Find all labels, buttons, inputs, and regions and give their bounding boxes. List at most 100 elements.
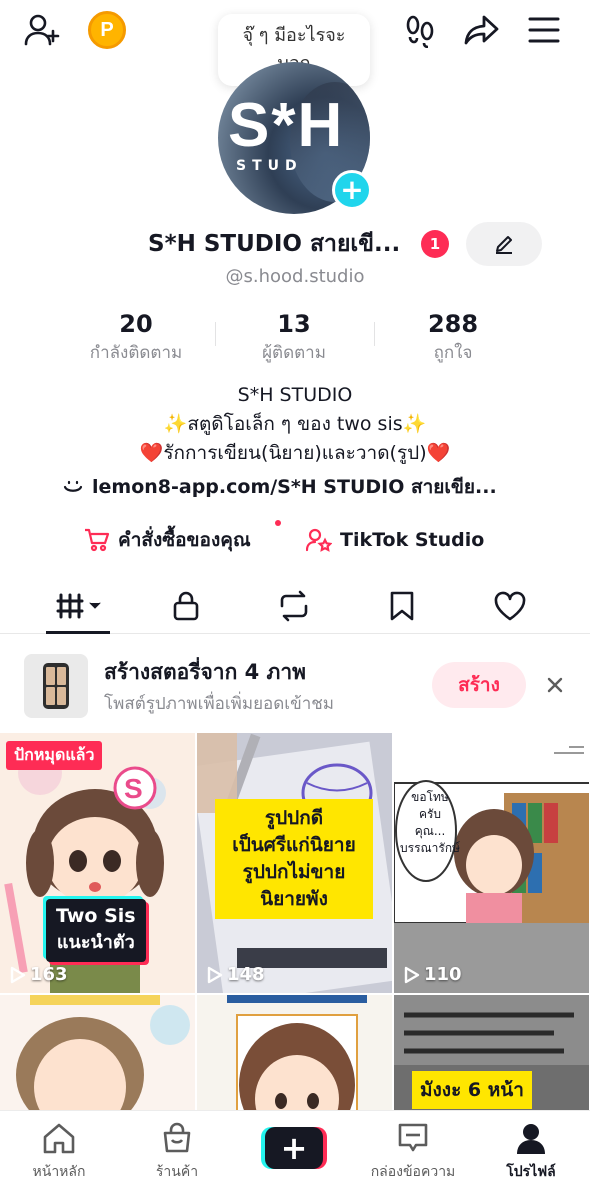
nav-home[interactable]: หน้าหลัก xyxy=(4,1121,114,1183)
video-thumbnail[interactable]: รูปปกดี เป็นศรีแก่นิยาย รูปปกไม่ขาย นิยา… xyxy=(197,733,392,993)
bottom-nav: หน้าหลัก ร้านค้า + กล่องข้อความ โปรไฟล์ xyxy=(0,1110,590,1200)
video-thumbnail[interactable]: ขอโทษ ครับ คุณ... บรรณารักษ์ 110 xyxy=(394,733,589,993)
orders-label: คำสั่งซื้อของคุณ xyxy=(118,529,251,551)
bio-link-text: lemon8-app.com/S*H STUDIO สายเขีย... xyxy=(92,476,497,498)
heart-icon xyxy=(494,591,526,621)
pinned-tag: ปักหมุดแล้ว xyxy=(6,741,103,770)
home-icon xyxy=(43,1123,75,1154)
orders-notification-dot xyxy=(275,520,281,526)
add-friend-icon[interactable] xyxy=(22,10,62,50)
profile-icon xyxy=(517,1124,545,1154)
video-thumbnail[interactable]: มังงะ 6 หน้า xyxy=(394,995,589,1111)
following-stat[interactable]: 20 กำลังติดตาม xyxy=(56,308,216,366)
saved-tab[interactable] xyxy=(372,586,432,626)
share-icon[interactable] xyxy=(462,10,502,50)
followers-stat[interactable]: 13 ผู้ติดตาม xyxy=(214,308,374,366)
nav-profile[interactable]: โปรไฟล์ xyxy=(476,1121,586,1183)
nav-shop-label: ร้านค้า xyxy=(155,1164,199,1180)
view-count: 148 xyxy=(207,964,265,985)
create-icon: + xyxy=(265,1127,323,1169)
bio-line-3: ❤️รักการเขียน(นิยาย)และวาด(รูป)❤️ xyxy=(139,442,451,464)
avatar-logo-subtext: STUD xyxy=(236,158,303,174)
video-5-art xyxy=(197,995,392,1111)
studio-label: TikTok Studio xyxy=(340,529,485,551)
video-thumbnail[interactable] xyxy=(0,995,195,1111)
studio-icon xyxy=(306,528,332,552)
footprint-icon[interactable] xyxy=(400,10,440,50)
speech-line-1: ขอโทษ xyxy=(411,790,449,804)
tiktok-studio-button[interactable]: TikTok Studio xyxy=(306,522,484,558)
profile-tabs xyxy=(0,578,590,634)
speech-line-2: ครับ xyxy=(418,807,442,821)
menu-icon[interactable] xyxy=(524,10,564,50)
followers-label: ผู้ติดตาม xyxy=(262,343,326,363)
bio-link[interactable]: lemon8-app.com/S*H STUDIO สายเขีย... xyxy=(62,472,542,502)
profile-handle: @s.hood.studio xyxy=(225,266,365,287)
text-line-2: เป็นศรีแก่นิยาย xyxy=(232,834,356,856)
play-icon xyxy=(10,966,26,983)
avatar-logo-text: S*H xyxy=(228,91,345,160)
text-line-1: รูปปกดี xyxy=(264,807,324,829)
video-title-box: มังงะ 6 หน้า xyxy=(412,1071,532,1109)
inbox-icon xyxy=(398,1123,428,1152)
create-story-button[interactable]: สร้าง xyxy=(432,662,526,708)
nav-home-label: หน้าหลัก xyxy=(32,1164,86,1180)
likes-label: ถูกใจ xyxy=(433,343,473,363)
logo-s: S xyxy=(124,773,143,804)
followers-count: 13 xyxy=(277,310,311,338)
bio-line-1: S*H STUDIO xyxy=(237,384,353,406)
coin-icon[interactable]: P xyxy=(88,11,126,49)
following-count: 20 xyxy=(119,310,153,338)
bookmark-icon xyxy=(390,591,414,621)
nav-inbox[interactable]: กล่องข้อความ xyxy=(358,1121,468,1183)
play-icon xyxy=(207,966,223,983)
banner-title: สร้างสตอรี่จาก 4 ภาพ xyxy=(104,660,307,684)
video-4-art xyxy=(0,995,195,1111)
bubble-line-1: จุ๊ ๆ มีอะไรจะ xyxy=(242,25,346,46)
speech-line-4: บรรณารักษ์ xyxy=(400,841,460,855)
view-count: 110 xyxy=(404,964,462,985)
video-3-art xyxy=(394,733,589,993)
speech-bubble-text: ขอโทษ ครับ คุณ... บรรณารักษ์ xyxy=(400,789,460,857)
likes-count: 288 xyxy=(427,310,479,338)
liked-tab[interactable] xyxy=(480,586,540,626)
active-tab-indicator xyxy=(46,631,110,634)
phone-thumbnail xyxy=(24,654,88,718)
following-label: กำลังติดตาม xyxy=(89,343,183,363)
create-button[interactable]: + xyxy=(261,1127,327,1169)
lock-icon xyxy=(173,591,199,621)
video-thumbnail[interactable]: ปักหมุดแล้ว S Two Sis แนะนำตัว 163 xyxy=(0,733,195,993)
nav-inbox-label: กล่องข้อความ xyxy=(370,1164,456,1180)
notification-badge[interactable]: 1 xyxy=(421,230,449,258)
shop-icon xyxy=(163,1122,191,1153)
create-story-banner[interactable]: สร้างสตอรี่จาก 4 ภาพ โพสต์รูปภาพเพื่อเพิ… xyxy=(0,642,590,732)
view-count: 163 xyxy=(10,964,68,985)
pencil-icon xyxy=(496,236,512,254)
caption-line-1: Two Sis xyxy=(56,905,136,927)
play-icon xyxy=(404,966,420,983)
add-story-plus-icon[interactable]: + xyxy=(332,170,372,210)
orders-button[interactable]: คำสั่งซื้อของคุณ xyxy=(84,522,251,558)
view-count-text: 110 xyxy=(424,964,462,985)
view-count-text: 148 xyxy=(227,964,265,985)
caption-line-2: แนะนำตัว xyxy=(56,932,135,953)
top-bar: P จุ๊ ๆ มีอะไรจะ บอก xyxy=(0,0,590,86)
link-icon xyxy=(63,480,83,492)
speech-line-3: คุณ... xyxy=(414,824,446,838)
text-line-3: รูปปกไม่ขาย xyxy=(242,861,346,883)
private-tab[interactable] xyxy=(156,586,216,626)
cart-icon xyxy=(85,528,110,552)
nav-shop[interactable]: ร้านค้า xyxy=(122,1121,232,1183)
banner-subtitle: โพสต์รูปภาพเพื่อเพิ่มยอดเข้าชม xyxy=(104,694,335,714)
video-caption-box: Two Sis แนะนำตัว xyxy=(46,899,146,962)
view-count-text: 163 xyxy=(30,964,68,985)
likes-stat[interactable]: 288 ถูกใจ xyxy=(373,308,533,366)
video-title-box: รูปปกดี เป็นศรีแก่นิยาย รูปปกไม่ขาย นิยา… xyxy=(215,799,373,919)
video-thumbnail[interactable] xyxy=(197,995,392,1111)
edit-profile-button[interactable] xyxy=(466,222,542,266)
video-grid: ปักหมุดแล้ว S Two Sis แนะนำตัว 163 รูปปก… xyxy=(0,733,590,1111)
text-line-4: นิยายพัง xyxy=(260,888,328,910)
close-icon[interactable] xyxy=(540,670,570,700)
videos-tab[interactable] xyxy=(50,586,110,626)
repost-tab[interactable] xyxy=(264,586,324,626)
